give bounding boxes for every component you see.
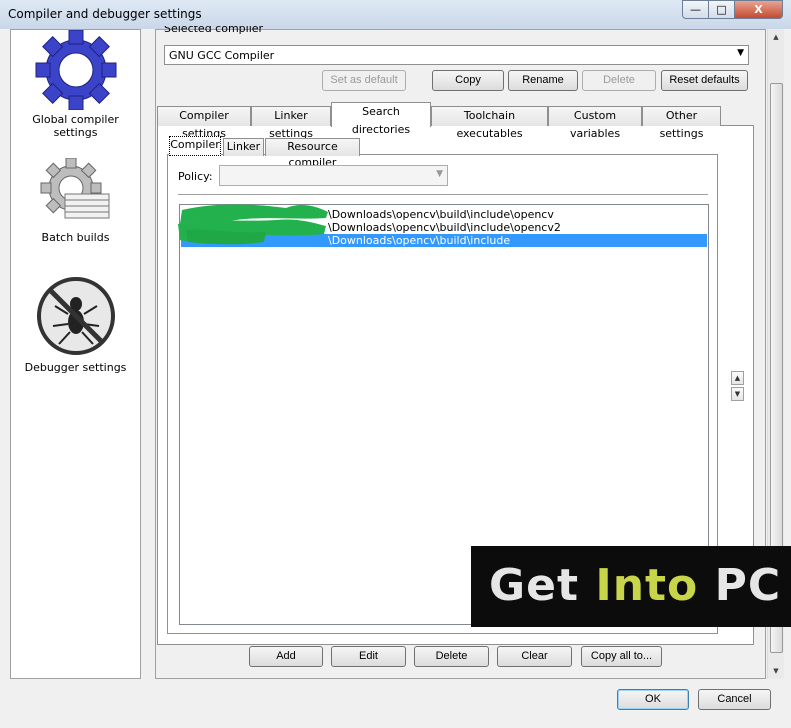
policy-select[interactable]: ▼ [219, 165, 448, 186]
watermark-pc: PC [714, 560, 782, 611]
sidebar-item-debugger[interactable]: Debugger settings [11, 274, 140, 374]
copy-all-to-button[interactable]: Copy all to... [581, 646, 662, 667]
subtab-linker[interactable]: Linker [223, 138, 264, 156]
scroll-up-icon[interactable]: ▲ [768, 33, 784, 41]
policy-label: Policy: [178, 170, 213, 183]
compiler-select-value: GNU GCC Compiler [169, 49, 275, 62]
tab-compiler-settings[interactable]: Compiler settings [157, 106, 251, 140]
directory-path: \Downloads\opencv\build\include\opencv [328, 208, 554, 221]
cancel-button[interactable]: Cancel [698, 689, 771, 710]
gear-icon [35, 29, 116, 111]
sidebar-item-label: Batch builds [41, 231, 110, 244]
sidebar-item-batch-builds[interactable]: Batch builds [11, 157, 140, 244]
ok-button[interactable]: OK [617, 689, 689, 710]
move-up-button[interactable]: ▲ [731, 371, 744, 385]
sidebar-item-label: Debugger settings [24, 361, 127, 374]
tab-custom-variables[interactable]: Custom variables [548, 106, 642, 140]
sidebar-item-global-compiler[interactable]: Global compiler settings [11, 29, 140, 139]
chevron-down-icon: ▼ [436, 169, 443, 179]
edit-directory-button[interactable]: Edit [331, 646, 406, 667]
compiler-select[interactable]: GNU GCC Compiler ▼ [164, 45, 749, 65]
tab-linker-settings[interactable]: Linker settings [251, 106, 331, 140]
reset-defaults-button[interactable]: Reset defaults [661, 70, 748, 91]
watermark-text: Get Into PC [489, 560, 781, 611]
delete-directory-button[interactable]: Delete [414, 646, 489, 667]
delete-compiler-button[interactable]: Delete [582, 70, 656, 91]
batch-gear-icon [40, 157, 109, 219]
settings-sidebar: Global compiler settings Batch builds De… [10, 29, 141, 679]
clear-directories-button[interactable]: Clear [497, 646, 572, 667]
chevron-down-icon: ▼ [737, 48, 744, 58]
tab-other-settings[interactable]: Other settings [642, 106, 721, 140]
watermark-into: Into [595, 560, 699, 611]
directory-path: \Downloads\opencv\build\include\opencv2 [328, 221, 561, 234]
no-bug-icon [36, 277, 115, 355]
maximize-button[interactable]: □ [708, 0, 735, 19]
subtab-resource-compiler[interactable]: Resource compiler [265, 138, 360, 169]
tab-search-directories[interactable]: Search directories [331, 102, 431, 136]
window-title: Compiler and debugger settings [8, 7, 202, 21]
divider [178, 194, 708, 195]
set-as-default-button[interactable]: Set as default [322, 70, 406, 91]
minimize-button[interactable]: — [682, 0, 709, 19]
title-bar: Compiler and debugger settings — □ X [0, 0, 791, 29]
directory-path: \Downloads\opencv\build\include [328, 234, 511, 247]
add-directory-button[interactable]: Add [249, 646, 323, 667]
copy-compiler-button[interactable]: Copy [432, 70, 504, 91]
redaction-scribble [178, 204, 328, 245]
watermark-banner: Get Into PC [471, 546, 791, 627]
subtab-compiler[interactable]: Compiler [169, 136, 221, 156]
tab-toolchain-executables[interactable]: Toolchain executables [431, 106, 548, 140]
close-button[interactable]: X [734, 0, 783, 19]
sidebar-item-label: Global compiler settings [32, 113, 119, 139]
scroll-down-icon[interactable]: ▼ [768, 667, 784, 675]
settings-window: Compiler and debugger settings — □ X Glo… [0, 0, 791, 728]
rename-compiler-button[interactable]: Rename [508, 70, 578, 91]
move-down-button[interactable]: ▼ [731, 387, 744, 401]
watermark-get: Get [489, 560, 579, 611]
